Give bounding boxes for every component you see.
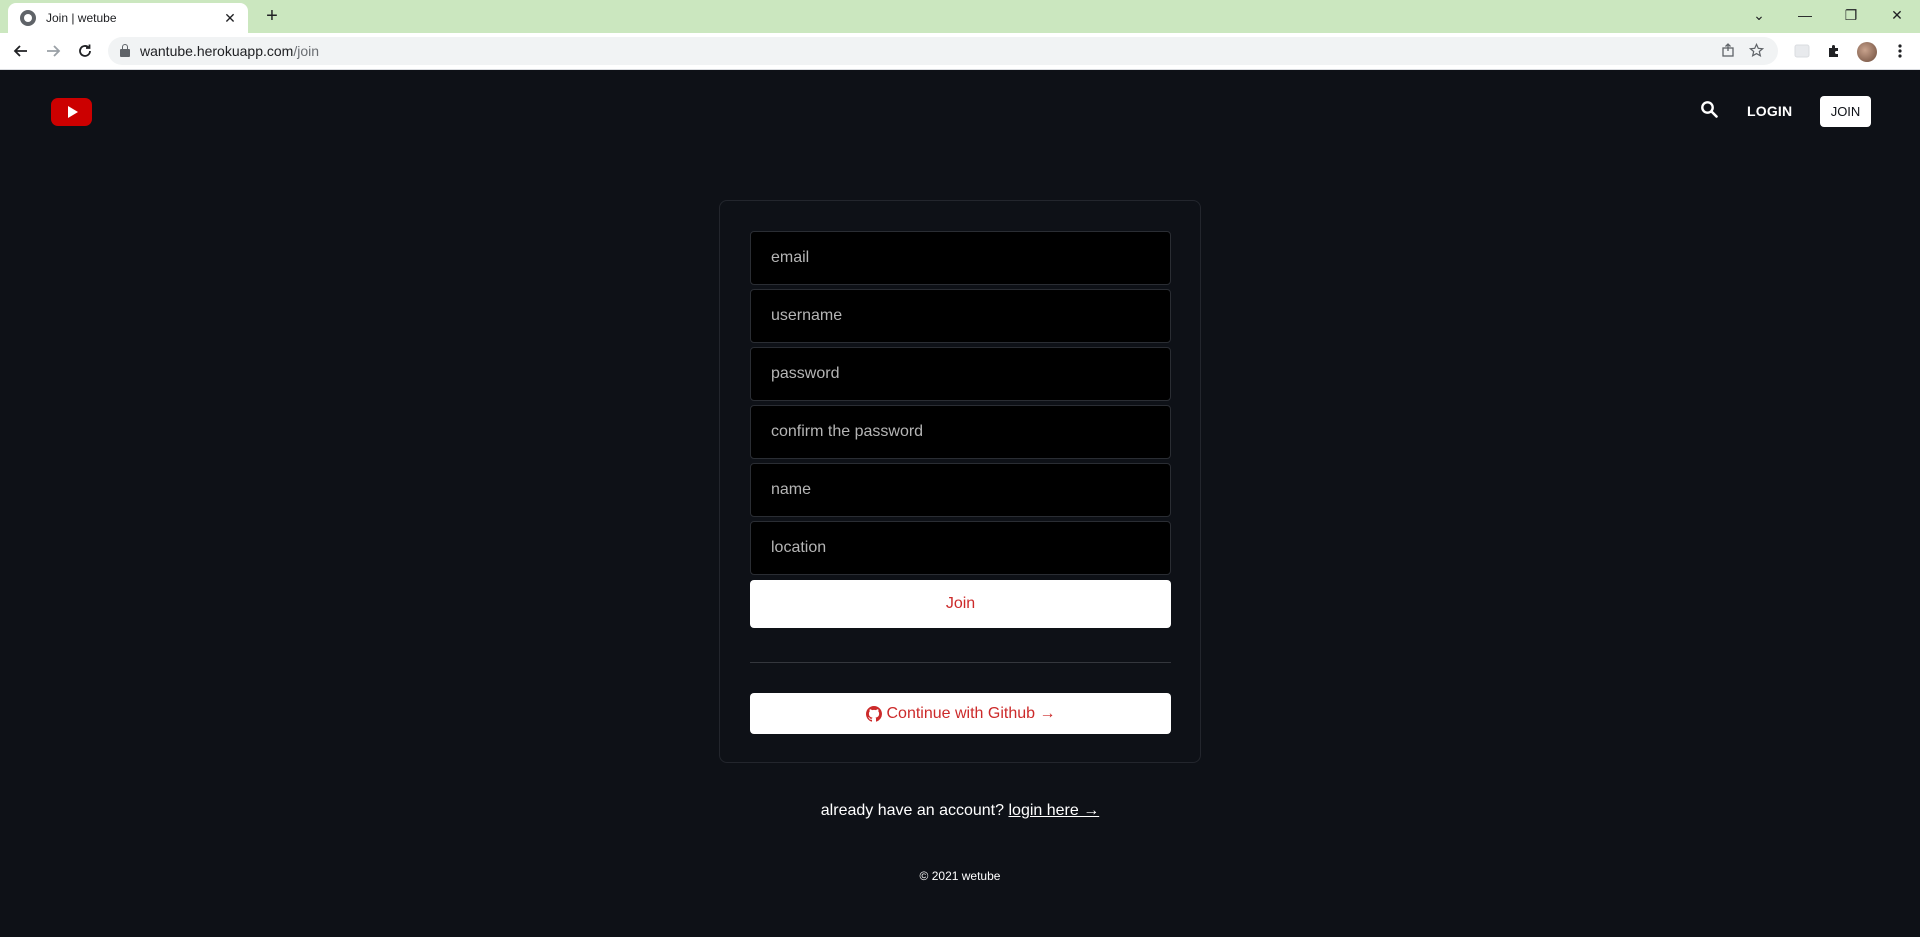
arrow-left-icon <box>13 45 27 57</box>
login-prompt-text: already have an account? <box>820 802 1005 819</box>
join-submit-button[interactable]: Join <box>750 580 1171 628</box>
email-input[interactable]: email <box>750 231 1171 285</box>
tab-title: Join | wetube <box>46 11 117 25</box>
join-button[interactable]: JOIN <box>1820 96 1871 127</box>
search-button[interactable] <box>1700 100 1720 122</box>
login-here-link[interactable]: login here → <box>1008 802 1099 819</box>
url-path: /join <box>293 43 320 59</box>
username-input[interactable]: username <box>750 289 1171 343</box>
form-divider <box>750 662 1171 663</box>
restore-button[interactable]: ❐ <box>1828 0 1874 30</box>
extension-tile-icon[interactable] <box>1792 41 1812 61</box>
forward-button[interactable] <box>40 38 66 64</box>
close-window-button[interactable]: ✕ <box>1874 0 1920 30</box>
join-form: email username password confirm the pass… <box>719 200 1201 763</box>
name-input[interactable]: name <box>750 463 1171 517</box>
arrow-right-icon <box>47 45 61 57</box>
browser-tab-active[interactable]: Join | wetube ✕ <box>8 3 248 33</box>
confirm-password-input[interactable]: confirm the password <box>750 405 1171 459</box>
browser-tabstrip: Join | wetube ✕ + ⌄ — ❐ ✕ <box>0 0 1920 33</box>
reload-icon <box>79 44 91 57</box>
address-bar[interactable]: wantube.herokuapp.com/join <box>108 37 1778 65</box>
new-tab-button[interactable]: + <box>260 5 284 29</box>
play-icon <box>68 106 78 118</box>
copyright-text: © 2021 wetube <box>919 869 1001 883</box>
github-button-label: Continue with Github → <box>886 704 1056 722</box>
profile-avatar[interactable] <box>1857 42 1877 62</box>
share-icon[interactable] <box>1720 43 1736 59</box>
lock-icon <box>120 44 130 57</box>
more-menu-icon[interactable] <box>1890 41 1910 61</box>
bookmark-star-icon[interactable] <box>1748 42 1764 59</box>
password-input[interactable]: password <box>750 347 1171 401</box>
github-icon <box>865 705 882 722</box>
login-link[interactable]: LOGIN <box>1747 103 1792 119</box>
minimize-button[interactable]: — <box>1782 0 1828 30</box>
back-button[interactable] <box>8 38 34 64</box>
site-header: LOGIN JOIN <box>0 70 1920 150</box>
url-host: wantube.herokuapp.com <box>140 43 294 59</box>
youtube-logo-icon[interactable] <box>51 98 92 126</box>
location-input[interactable]: location <box>750 521 1171 575</box>
extensions-puzzle-icon[interactable] <box>1824 41 1844 61</box>
close-tab-icon[interactable]: ✕ <box>222 10 238 27</box>
search-icon <box>1701 101 1718 118</box>
reload-button[interactable] <box>72 38 98 64</box>
tab-search-icon[interactable]: ⌄ <box>1736 0 1782 30</box>
globe-icon <box>20 10 36 26</box>
github-login-button[interactable]: Continue with Github → <box>750 693 1171 734</box>
site-footer: © 2021 wetube <box>0 869 1920 883</box>
browser-toolbar: wantube.herokuapp.com/join <box>0 33 1920 70</box>
login-prompt: already have an account? login here → <box>0 802 1920 820</box>
